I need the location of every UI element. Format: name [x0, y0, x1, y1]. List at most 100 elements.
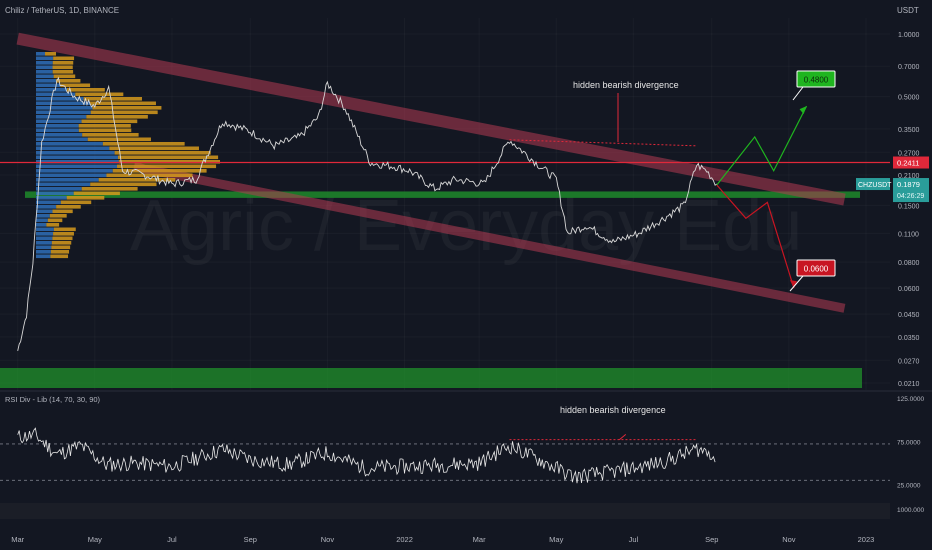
- vp-bar-blue: [36, 254, 51, 259]
- vp-bar-orange: [86, 115, 148, 119]
- currency-label: USDT: [897, 6, 919, 15]
- y-tick-label: 0.3500: [898, 127, 920, 134]
- rsi-pane[interactable]: [0, 427, 890, 484]
- vp-bar-orange: [47, 218, 63, 223]
- vp-bar-blue: [36, 74, 54, 79]
- x-tick-label: Jul: [629, 535, 639, 544]
- vp-bar-orange: [53, 56, 75, 61]
- rsi-line: [17, 427, 716, 484]
- bullish-arrowhead: [799, 106, 807, 115]
- y-tick-label: 0.0210: [898, 381, 920, 388]
- vp-bar-orange: [50, 254, 69, 259]
- vp-bar-orange: [66, 88, 105, 92]
- rsi-title: RSI Div - Lib (14, 70, 30, 90): [5, 395, 101, 404]
- y-tick-label: 0.0800: [898, 260, 920, 267]
- x-tick-label: 2022: [396, 535, 413, 544]
- rsi-tick-label: 75.0000: [897, 439, 921, 446]
- symbol-tag-label: CHZUSDT: [858, 182, 892, 189]
- vp-bar-orange: [53, 74, 76, 79]
- vp-bar-blue: [36, 79, 56, 83]
- vp-bar-orange: [52, 70, 74, 74]
- vp-bar-blue: [36, 133, 83, 137]
- lower-support-zone: [0, 368, 862, 388]
- vp-bar-orange: [78, 124, 131, 128]
- vp-bar-blue: [36, 142, 103, 146]
- vp-bar-blue: [36, 191, 74, 196]
- vp-bar-orange: [50, 250, 70, 254]
- y-tick-label: 0.0270: [898, 358, 920, 365]
- chart-canvas[interactable]: Chiliz / TetherUS, 1D, BINANCE USDT Agri…: [0, 0, 932, 550]
- vp-bar-blue: [36, 110, 91, 115]
- vp-bar-blue: [36, 236, 53, 241]
- vp-bar-orange: [51, 245, 71, 250]
- price-axis[interactable]: 1.00000.70000.50000.35000.27000.21000.15…: [856, 18, 932, 390]
- target-pointer: [792, 86, 804, 101]
- x-tick-label: Jul: [167, 535, 177, 544]
- vp-bar-orange: [81, 187, 138, 191]
- vp-bar-blue: [36, 115, 87, 119]
- vp-bar-blue: [36, 214, 50, 218]
- vp-bar-orange: [49, 214, 67, 218]
- vp-bar-blue: [36, 155, 118, 160]
- vp-bar-blue: [36, 241, 52, 245]
- time-axis[interactable]: Mar May Jul Sep Nov 2022 Mar May Jul Sep Nov 2023: [0, 528, 932, 550]
- vp-bar-blue: [36, 52, 46, 56]
- vp-bar-blue: [36, 196, 67, 200]
- vp-bar-blue: [36, 205, 57, 209]
- vp-bar-blue: [36, 232, 54, 236]
- vp-bar-blue: [36, 128, 79, 133]
- vp-bar-orange: [75, 92, 124, 97]
- vp-bar-blue: [36, 164, 118, 169]
- symbol-title: Chiliz / TetherUS, 1D, BINANCE: [5, 6, 119, 15]
- vp-bar-blue: [36, 209, 53, 214]
- rsi-tick-label: 125.0000: [897, 396, 924, 403]
- countdown-label: 04:26:29: [897, 193, 924, 200]
- support-zone: [25, 191, 860, 198]
- y-tick-label: 1.0000: [898, 32, 920, 39]
- vp-bar-orange: [53, 227, 76, 232]
- watermark: Agric / Everyday Edu: [130, 186, 802, 266]
- x-tick-label: May: [88, 535, 102, 544]
- y-tick-label: 0.0350: [898, 335, 920, 342]
- vp-bar-blue: [36, 223, 47, 227]
- vp-bar-orange: [52, 65, 73, 70]
- target-up-label: 0.4800: [804, 76, 829, 85]
- vp-bar-blue: [36, 65, 53, 70]
- x-tick-label: Nov: [321, 535, 335, 544]
- x-tick-label: Mar: [473, 535, 486, 544]
- vp-bar-orange: [114, 151, 211, 155]
- x-tick-label: 2023: [858, 535, 875, 544]
- vp-bar-blue: [36, 106, 93, 110]
- x-tick-label: May: [549, 535, 563, 544]
- target-down-label: 0.0600: [804, 265, 829, 274]
- resistance-tag-label: 0.2411: [897, 159, 919, 168]
- vp-bar-orange: [109, 146, 199, 151]
- vp-bar-blue: [36, 250, 51, 254]
- vp-bar-blue: [36, 146, 110, 151]
- vp-bar-orange: [51, 241, 72, 245]
- vp-bar-orange: [60, 200, 92, 205]
- y-tick-label: 0.1500: [898, 203, 920, 210]
- x-tick-label: Nov: [782, 535, 796, 544]
- vp-bar-orange: [81, 119, 138, 124]
- vp-bar-orange: [56, 205, 81, 209]
- rsi-annotation: hidden bearish divergence: [560, 405, 666, 415]
- vp-bar-orange: [102, 142, 185, 146]
- x-tick-label: Mar: [11, 535, 24, 544]
- vp-bar-orange: [90, 182, 157, 187]
- y-tick-label: 0.0600: [898, 286, 920, 293]
- price-annotation: hidden bearish divergence: [573, 80, 679, 90]
- vp-bar-blue: [36, 101, 90, 106]
- vp-bar-orange: [66, 196, 105, 200]
- rsi-axis[interactable]: 125.0000 75.0000 25.0000 1000.000: [897, 396, 924, 514]
- vp-bar-blue: [36, 173, 107, 178]
- vp-bar-orange: [45, 52, 57, 56]
- vp-bar-blue: [36, 92, 76, 97]
- vp-bar-orange: [52, 209, 73, 214]
- x-tick-label: Sep: [705, 535, 718, 544]
- vp-bar-blue: [36, 245, 52, 250]
- vp-bar-orange: [53, 232, 74, 236]
- vp-bar-orange: [87, 137, 151, 142]
- y-tick-label: 0.1100: [898, 231, 919, 238]
- vp-bar-blue: [36, 88, 67, 92]
